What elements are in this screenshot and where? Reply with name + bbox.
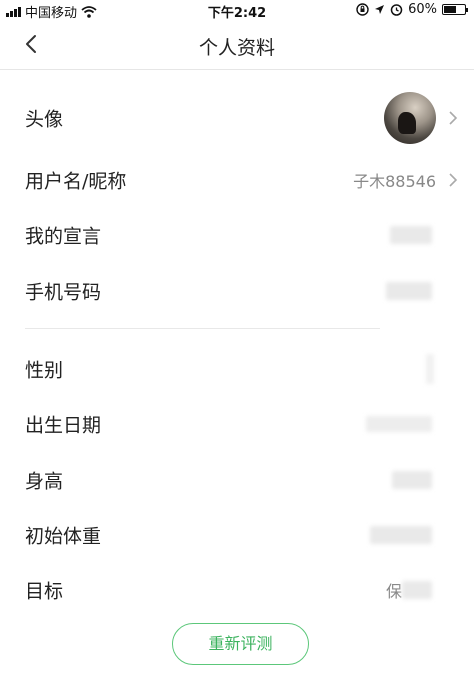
status-bar-right: 60% — [356, 2, 468, 17]
gender-row[interactable]: 性别 — [0, 342, 474, 396]
motto-row[interactable]: 我的宣言 — [0, 208, 474, 262]
avatar-photo — [398, 112, 416, 134]
reevaluate-button[interactable]: 重新评测 — [172, 623, 309, 665]
goal-value-redacted — [402, 581, 432, 599]
initial-weight-row[interactable]: 初始体重 — [0, 508, 474, 562]
chevron-right-icon — [449, 173, 458, 187]
initial-weight-value-redacted — [370, 526, 432, 544]
battery-icon — [442, 4, 468, 15]
birthday-label: 出生日期 — [25, 414, 102, 437]
height-row[interactable]: 身高 — [0, 453, 474, 507]
height-value-redacted — [392, 471, 432, 489]
battery-level-fill — [444, 6, 456, 13]
chevron-right-icon — [449, 111, 458, 125]
avatar-label: 头像 — [25, 108, 64, 131]
username-row[interactable]: 用户名/昵称 子木88546 — [0, 153, 474, 207]
status-bar: 中国移动 下午2:42 60% — [0, 0, 474, 21]
alarm-icon — [390, 4, 403, 16]
page-title: 个人资料 — [198, 37, 275, 59]
phone-row[interactable]: 手机号码 — [0, 264, 474, 318]
section-divider — [25, 328, 380, 329]
location-icon — [375, 5, 385, 14]
gender-value-redacted — [426, 354, 434, 384]
username-label: 用户名/昵称 — [25, 170, 127, 193]
goal-value-prefix: 保 — [385, 582, 402, 601]
motto-value-redacted — [390, 226, 432, 244]
goal-label: 目标 — [25, 580, 64, 603]
rotation-lock-icon — [356, 3, 369, 16]
birthday-row[interactable]: 出生日期 — [0, 397, 474, 451]
battery-percent: 60% — [408, 2, 437, 17]
gender-label: 性别 — [25, 359, 64, 382]
motto-label: 我的宣言 — [25, 225, 102, 248]
phone-label: 手机号码 — [25, 281, 102, 304]
avatar-row[interactable]: 头像 — [0, 90, 474, 146]
back-arrow-icon[interactable] — [18, 30, 46, 58]
initial-weight-label: 初始体重 — [25, 525, 102, 548]
username-value: 子木88546 — [353, 172, 436, 191]
height-label: 身高 — [25, 470, 64, 493]
birthday-value-redacted — [366, 416, 432, 432]
avatar[interactable] — [384, 92, 436, 144]
nav-bar: 个人资料 — [0, 20, 474, 70]
goal-row[interactable]: 目标 保 — [0, 563, 474, 617]
phone-value-redacted — [386, 282, 432, 300]
